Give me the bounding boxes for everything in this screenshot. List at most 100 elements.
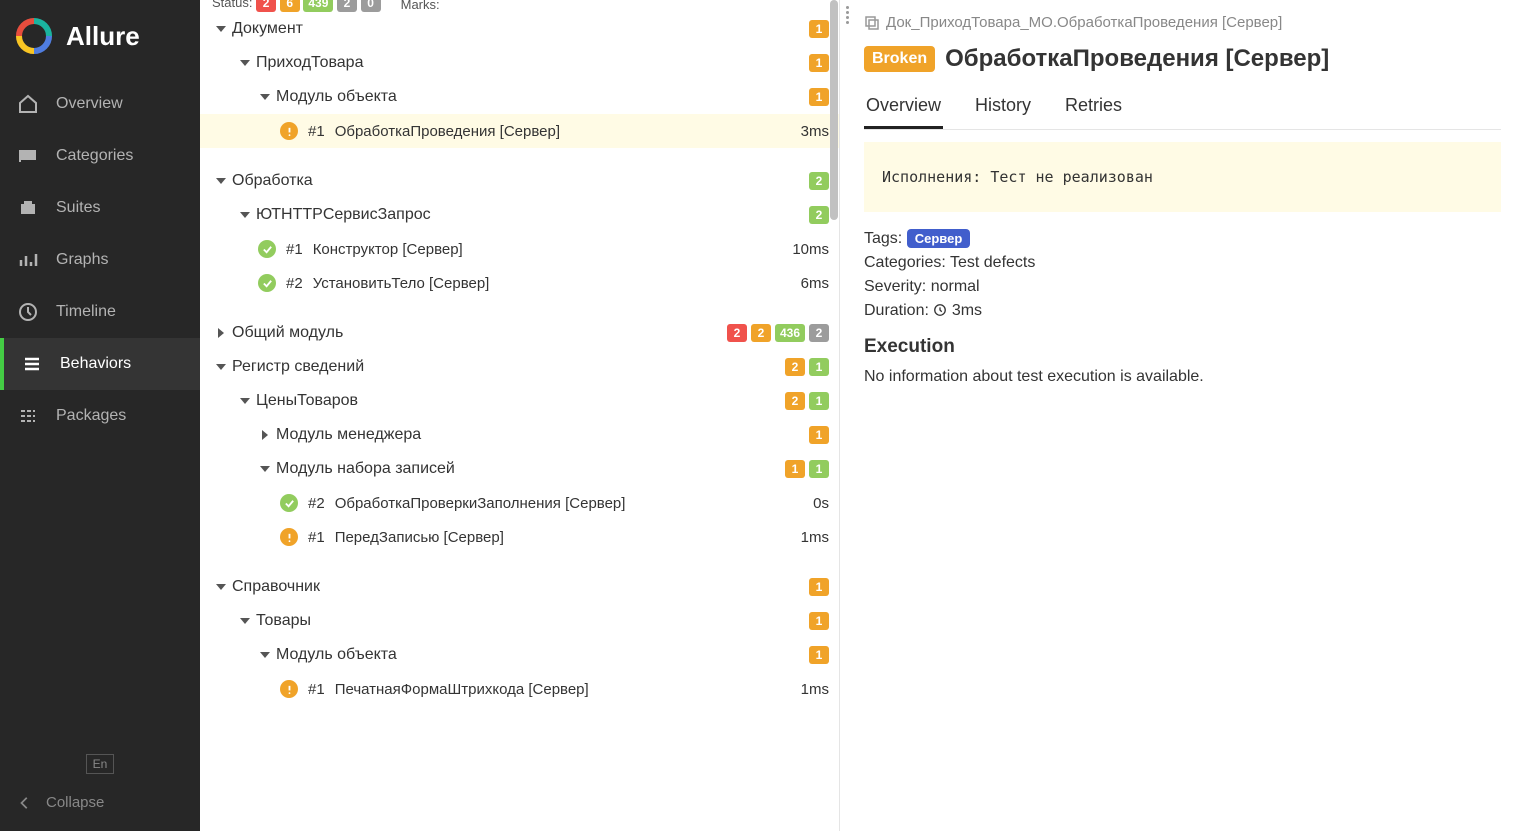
allure-logo-icon: [16, 18, 52, 54]
sidebar: Allure Overview CategoriesSuites Graphs Tim…: [0, 0, 200, 831]
broken-icon: [280, 122, 298, 140]
nav-item-graphs[interactable]: Graphs: [0, 234, 200, 286]
nav-item-behaviors[interactable]: Behaviors: [0, 338, 200, 390]
severity-value: normal: [931, 278, 980, 295]
tree-group[interactable]: Товары1: [200, 604, 839, 638]
count-pill: 2: [785, 358, 805, 376]
count-pill: 1: [809, 646, 829, 664]
status-badge: Broken: [864, 46, 935, 72]
copy-icon[interactable]: [864, 15, 880, 31]
count-pill: 1: [809, 88, 829, 106]
nav-item-suites[interactable]: Suites: [0, 182, 200, 234]
tree-group[interactable]: Общий модуль224362: [200, 316, 839, 350]
chevron-down-icon: [214, 360, 228, 374]
group-label: Обработка: [232, 172, 801, 190]
test-label: ОбработкаПроведения [Сервер]: [335, 123, 793, 140]
tree-group[interactable]: ЦеныТоваров21: [200, 384, 839, 418]
status-pill-broken[interactable]: 6: [280, 0, 300, 12]
test-label: ОбработкаПроверкиЗаполнения [Сервер]: [335, 495, 805, 512]
tree-group[interactable]: ЮТHTTPСервисЗапрос2: [200, 198, 839, 232]
tab-history[interactable]: History: [973, 87, 1033, 129]
test-row[interactable]: #1ПечатнаяФормаШтрихкода [Сервер]1ms: [200, 672, 839, 706]
nav-label: Timeline: [56, 303, 116, 321]
duration-line: Duration: 3ms: [864, 302, 1501, 320]
test-row[interactable]: #1ОбработкаПроведения [Сервер]3ms: [200, 114, 839, 148]
count-pill: 2: [785, 392, 805, 410]
broken-icon: [280, 528, 298, 546]
test-number: #1: [308, 529, 325, 546]
nav-item-timeline[interactable]: Timeline: [0, 286, 200, 338]
test-duration: 0s: [813, 495, 829, 512]
collapse-sidebar-button[interactable]: Collapse: [0, 782, 200, 831]
test-title: ОбработкаПроведения [Сервер]: [945, 45, 1329, 73]
severity-label: Severity:: [864, 278, 926, 295]
clock-icon: [933, 303, 947, 317]
tag-chip[interactable]: Сервер: [907, 229, 971, 248]
test-number: #1: [308, 681, 325, 698]
tree-group[interactable]: Регистр сведений21: [200, 350, 839, 384]
nav-label: Packages: [56, 407, 126, 425]
status-pill-skipped[interactable]: 2: [337, 0, 357, 12]
categories-label: Categories:: [864, 254, 946, 271]
group-label: ЦеныТоваров: [256, 392, 777, 410]
nav-label: Behaviors: [60, 355, 131, 373]
status-pill-unknown[interactable]: 0: [361, 0, 381, 12]
nav-label: Overview: [56, 95, 123, 113]
tree-group[interactable]: Документ1: [200, 12, 839, 46]
group-label: Модуль набора записей: [276, 460, 777, 478]
nav-label: Graphs: [56, 251, 108, 269]
language-selector[interactable]: En: [86, 754, 115, 774]
tree-group[interactable]: Модуль набора записей 11: [200, 452, 839, 486]
nav: Overview CategoriesSuites Graphs Timeline Be…: [0, 78, 200, 442]
status-pill-passed[interactable]: 439: [303, 0, 333, 12]
count-pill: 1: [809, 426, 829, 444]
chevron-down-icon: [238, 56, 252, 70]
breadcrumb-text: Док_ПриходТовара_МО.ОбработкаПроведения …: [886, 14, 1282, 31]
status-label: Status:: [212, 0, 252, 10]
test-row[interactable]: #1Конструктор [Сервер]10ms: [200, 232, 839, 266]
test-row[interactable]: #2УстановитьТело [Сервер]6ms: [200, 266, 839, 300]
tree-group[interactable]: Обработка2: [200, 164, 839, 198]
test-row[interactable]: #2 ОбработкаПроверкиЗаполнения [Сервер] 0s: [200, 486, 839, 520]
categories-line: Categories: Test defects: [864, 254, 1501, 272]
nav-item-categories[interactable]: Categories: [0, 130, 200, 182]
error-message: Исполнения: Тест не реализован: [864, 142, 1501, 212]
tab-overview[interactable]: Overview: [864, 87, 943, 129]
tree-group[interactable]: ПриходТовара1: [200, 46, 839, 80]
tree-scrollbar[interactable]: [828, 0, 838, 831]
overview-icon: [18, 94, 38, 114]
group-label: Справочник: [232, 578, 801, 596]
suites-icon: [18, 198, 38, 218]
count-pill: 2: [809, 206, 829, 224]
count-pill: 1: [809, 358, 829, 376]
tree-group[interactable]: Модуль менеджера1: [200, 418, 839, 452]
count-pill: 1: [785, 460, 805, 478]
nav-item-overview[interactable]: Overview: [0, 78, 200, 130]
marks-label: Marks:: [401, 0, 440, 12]
status-pill-failed[interactable]: 2: [256, 0, 276, 12]
chevron-down-icon: [238, 394, 252, 408]
count-pill: 436: [775, 324, 805, 342]
execution-body: No information about test execution is a…: [864, 368, 1501, 386]
count-pill: 1: [809, 460, 829, 478]
severity-line: Severity: normal: [864, 278, 1501, 296]
test-duration: 3ms: [801, 123, 829, 140]
tab-retries[interactable]: Retries: [1063, 87, 1124, 129]
timeline-icon: [18, 302, 38, 322]
nav-item-packages[interactable]: Packages: [0, 390, 200, 442]
test-label: ПередЗаписью [Сервер]: [335, 529, 793, 546]
chevron-down-icon: [258, 462, 272, 476]
test-row[interactable]: #1ПередЗаписью [Сервер]1ms: [200, 520, 839, 554]
brand: Allure: [0, 0, 200, 78]
tree-group[interactable]: Справочник1: [200, 570, 839, 604]
tree-group[interactable]: Модуль объекта1: [200, 80, 839, 114]
broken-icon: [280, 680, 298, 698]
group-label: ПриходТовара: [256, 54, 801, 72]
test-number: #1: [286, 241, 303, 258]
chevron-down-icon: [214, 580, 228, 594]
tree-group[interactable]: Модуль объекта1: [200, 638, 839, 672]
test-number: #2: [308, 495, 325, 512]
chevron-left-icon: [18, 796, 32, 810]
test-label: ПечатнаяФормаШтрихкода [Сервер]: [335, 681, 793, 698]
pane-splitter[interactable]: [840, 0, 854, 831]
